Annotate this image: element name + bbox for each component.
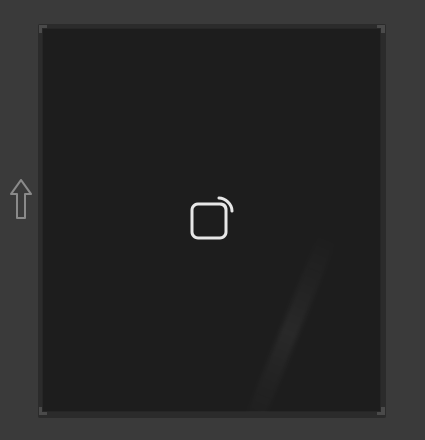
reflection-streak — [241, 232, 337, 412]
up-arrow-icon[interactable] — [8, 176, 34, 222]
cast-screen-icon[interactable] — [186, 194, 238, 246]
screen-share-window — [0, 0, 425, 440]
